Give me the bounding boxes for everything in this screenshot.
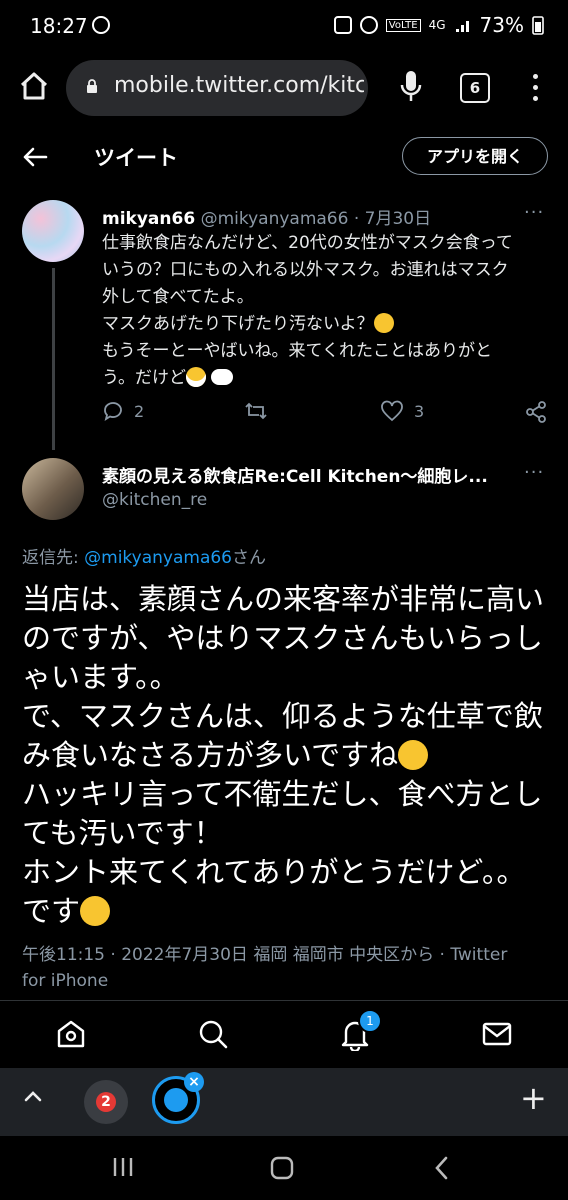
reply-context: 返信先: @mikyanyama66さん [22, 548, 267, 568]
tweet-author: mikyan66 @mikyanyama66 · 7月30日 [102, 204, 431, 229]
url-bar[interactable]: mobile.twitter.com/kitc [66, 60, 368, 116]
battery-icon [532, 16, 544, 35]
like-count: 3 [414, 401, 425, 421]
retweet-icon [245, 402, 267, 420]
status-bar: 18:27 VoLTE 4G 73% [0, 0, 568, 52]
tab-bubble[interactable]: 2 [84, 1080, 128, 1124]
tweet-line: ても汚いです！ [22, 816, 223, 850]
tweet-text: 当店は、素顔さんの来客率が非常に高い のですが、やはりマスクさんもいらっし ゃい… [22, 580, 552, 931]
tweet-timestamp[interactable]: 午後11:15 · 2022年7月30日 福岡 福岡市 中央区から · Twit… [22, 942, 552, 968]
recent-apps-icon[interactable] [110, 1154, 136, 1180]
tweet-line: マスクあげたり下げたり汚ないよ？ [102, 311, 548, 338]
lock-icon [87, 79, 97, 93]
more-options-icon[interactable]: ··· [524, 462, 544, 483]
close-bubble-button[interactable]: × [184, 1072, 204, 1092]
reply-icon [104, 402, 122, 421]
tweet-line: です [22, 892, 552, 931]
share-icon [526, 401, 546, 423]
tweet-line: 仕事飲食店なんだけど、20代の女性がマスク会食って [102, 233, 513, 253]
tweet-line: ゃいます。。 [22, 660, 179, 694]
tweet-line: う。だけど [102, 365, 548, 392]
tweet-metadata: 午後11:15 · 2022年7月30日 福岡 福岡市 中央区から · Twit… [22, 942, 552, 994]
author-handle[interactable]: @kitchen_re [102, 490, 207, 510]
tweet-actions: 2 3 [102, 400, 548, 430]
more-options-icon[interactable]: ··· [524, 202, 544, 223]
tab-bubble-label: 2 [96, 1092, 116, 1112]
avatar[interactable] [22, 200, 84, 262]
sync-icon [92, 16, 110, 34]
avatar[interactable] [22, 458, 84, 520]
new-tab-button[interactable]: + [520, 1080, 547, 1116]
url-text: mobile.twitter.com/kitc [114, 73, 364, 98]
author-name[interactable]: mikyan66 [102, 209, 195, 229]
heart-icon [381, 400, 403, 422]
tweet-line: み食いなさる方が多いですね [22, 736, 552, 775]
tweet-line: 外して食べてたよ。 [102, 287, 254, 307]
share-button[interactable] [524, 400, 548, 424]
volte-indicator: VoLTE [385, 18, 421, 32]
home-icon[interactable] [54, 1017, 88, 1051]
status-time: 18:27 [30, 14, 88, 38]
network-indicator: 4G [428, 18, 446, 32]
search-icon[interactable] [196, 1017, 230, 1051]
reply-count: 2 [134, 401, 145, 421]
retweet-button[interactable] [244, 400, 268, 422]
tweet-line: で、マスクさんは、仰るような仕草で飲 [22, 699, 543, 733]
tweet-source: for iPhone [22, 971, 109, 991]
bottom-navigation: 1 [0, 1000, 568, 1069]
reply-to-link[interactable]: @mikyanyama66 [84, 548, 232, 568]
sweat-smile-emoji [80, 896, 111, 926]
back-arrow-icon[interactable] [20, 142, 50, 172]
author-name[interactable]: 素顔の見える飲食店Re:Cell Kitchen〜細胞レ... [102, 462, 542, 487]
tweet-text: 仕事飲食店なんだけど、20代の女性がマスク会食って いうの？口にもの入れる以外マ… [102, 230, 548, 392]
author-handle[interactable]: @mikyanyama66 [201, 209, 349, 229]
tweet-date[interactable]: · 7月30日 [354, 209, 431, 229]
browser-bubble-strip: 2 × + [0, 1068, 568, 1136]
mail-icon[interactable] [480, 1017, 514, 1051]
tweet-line: もうそーとーやばいね。来てくれたことはありがと [102, 341, 492, 361]
tab-switcher-button[interactable]: 6 [460, 73, 490, 103]
like-button[interactable]: 3 [380, 400, 424, 422]
sweat-smile-emoji [373, 313, 394, 333]
home-button-icon[interactable] [268, 1154, 296, 1182]
system-back-icon[interactable] [430, 1154, 454, 1182]
tweet-line: いうの？口にもの入れる以外マスク。お連れはマスク [102, 260, 509, 280]
chevron-up-icon[interactable] [22, 1086, 44, 1108]
tweet-line: ホント来てくれてありがとうだけど。。 [22, 855, 526, 889]
signal-icon [455, 21, 469, 32]
reply-button[interactable]: 2 [102, 400, 144, 422]
microphone-icon[interactable] [396, 67, 426, 107]
tweet-line: 当店は、素顔さんの来客率が非常に高い [22, 582, 545, 616]
notification-badge: 1 [358, 1009, 382, 1033]
tweet-line: のですが、やはりマスクさんもいらっし [22, 621, 543, 655]
tweet-line: ハッキリ言って不衛生だし、食べ方とし [22, 777, 543, 811]
twitter-bird-icon [164, 1088, 188, 1112]
page-title: ツイート [94, 146, 178, 170]
overflow-menu-icon[interactable] [530, 70, 540, 106]
alarm-icon [359, 16, 378, 34]
thread-connector [52, 268, 55, 450]
battery-percent: 73% [479, 13, 524, 37]
home-icon[interactable] [14, 66, 54, 106]
status-icons: VoLTE 4G 73% [333, 13, 544, 37]
sheep-emoji [211, 369, 234, 385]
system-navigation [0, 1136, 568, 1200]
tweet-header: ツイート アプリを開く [0, 124, 568, 190]
mask-face-emoji [185, 367, 206, 387]
expressionless-emoji [398, 740, 429, 770]
browser-toolbar: mobile.twitter.com/kitc 6 [0, 52, 568, 124]
recycle-icon [333, 16, 352, 34]
open-app-button[interactable]: アプリを開く [402, 137, 548, 175]
